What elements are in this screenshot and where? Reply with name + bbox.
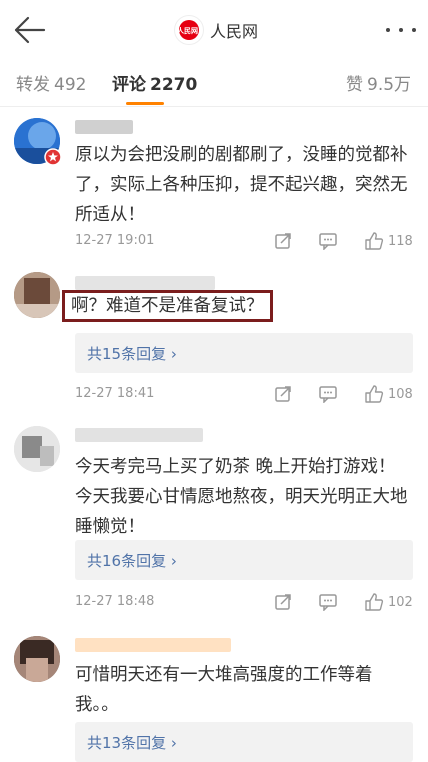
replies-count: 共16条回复 — [87, 552, 167, 570]
tab-likes-count: 9.5万 — [367, 75, 412, 95]
active-tab-indicator — [126, 102, 164, 105]
comment-item: 可惜明天还有一大堆高强度的工作等着我。。 共13条回复 › — [0, 624, 428, 762]
tab-reposts-label: 转发 — [16, 75, 50, 95]
blurred-avatar-image — [14, 636, 60, 682]
tab-reposts-count: 492 — [54, 75, 87, 95]
replies-count: 共15条回复 — [87, 345, 167, 363]
reply-button[interactable] — [318, 382, 338, 406]
like-button[interactable]: 102 — [364, 590, 413, 614]
username-blurred[interactable] — [75, 120, 133, 134]
replies-count-text: 共13条回复 › — [87, 734, 177, 752]
comment-text: 可惜明天还有一大堆高强度的工作等着我。。 — [75, 665, 373, 715]
share-button[interactable] — [274, 590, 292, 614]
comment-item: 原以为会把没刷的剧都刷了，没睡的觉都补了，实际上各种压抑，提不起兴趣，突然无所适… — [0, 106, 428, 264]
comment-time: 12-27 18:48 — [75, 594, 155, 609]
comment-text: 原以为会把没刷的剧都刷了，没睡的觉都补了，实际上各种压抑，提不起兴趣，突然无所适… — [75, 145, 408, 225]
comment-icon — [319, 594, 337, 611]
share-icon — [275, 386, 291, 402]
avatar[interactable] — [14, 426, 60, 472]
comment-icon — [319, 233, 337, 250]
share-icon — [275, 594, 291, 610]
tab-reposts[interactable]: 转发 492 — [16, 70, 86, 95]
replies-count: 共13条回复 — [87, 734, 167, 752]
username-blurred[interactable] — [75, 276, 215, 290]
thumbs-up-icon — [365, 593, 384, 611]
username-blurred[interactable] — [75, 428, 203, 442]
like-button[interactable]: 118 — [364, 229, 413, 253]
comment-time: 12-27 19:01 — [75, 233, 155, 248]
thumbs-up-icon — [365, 385, 384, 403]
comment-item: 今天考完马上买了奶茶 晚上开始打游戏！今天我要心甘情愿地熬夜，明天光明正大地睡懒… — [0, 414, 428, 624]
share-button[interactable] — [274, 382, 292, 406]
replies-link[interactable]: 共15条回复 › — [75, 333, 413, 373]
blurred-avatar-image — [14, 272, 60, 318]
username-blurred[interactable] — [75, 638, 231, 652]
tab-likes-label: 赞 — [346, 75, 363, 95]
like-count: 108 — [388, 386, 413, 402]
comment-time: 12-27 18:41 — [75, 386, 155, 401]
people-daily-logo: 人民网 — [174, 15, 204, 45]
thumbs-up-icon — [365, 232, 384, 250]
verified-badge-icon — [44, 148, 62, 166]
comment-text: 今天考完马上买了奶茶 晚上开始打游戏！今天我要心甘情愿地熬夜，明天光明正大地睡懒… — [75, 457, 408, 537]
tab-comments-label: 评论 — [112, 75, 146, 95]
share-icon — [275, 233, 291, 249]
replies-link[interactable]: 共13条回复 › — [75, 722, 413, 762]
account-name: 人民网 — [210, 22, 259, 41]
more-options-button[interactable] — [386, 20, 416, 40]
back-arrow-icon — [14, 16, 46, 44]
tab-bar: 转发 492 评论 2270 赞 9.5万 — [0, 60, 428, 107]
comment-item: 啊？难道不是准备复试？ 共15条回复 › 12-27 18:41 108 — [0, 264, 428, 414]
avatar[interactable] — [14, 636, 60, 682]
replies-count-text: 共15条回复 › — [87, 345, 177, 363]
comment-text: 啊？难道不是准备复试？ — [62, 290, 273, 322]
logo-text: 人民网 — [177, 27, 198, 35]
reply-button[interactable] — [318, 590, 338, 614]
more-dots-icon — [386, 28, 390, 32]
blurred-avatar-image — [14, 426, 60, 472]
avatar[interactable] — [14, 272, 60, 318]
replies-link[interactable]: 共16条回复 › — [75, 540, 413, 580]
like-count: 118 — [388, 233, 413, 249]
tab-likes[interactable]: 赞 9.5万 — [346, 70, 411, 95]
replies-count-text: 共16条回复 › — [87, 552, 177, 570]
top-bar: 人民网 人民网 — [0, 0, 428, 60]
share-button[interactable] — [274, 229, 292, 253]
tab-comments[interactable]: 评论 2270 — [112, 70, 197, 95]
comment-icon — [319, 386, 337, 403]
reply-button[interactable] — [318, 229, 338, 253]
like-count: 102 — [388, 594, 413, 610]
back-button[interactable] — [12, 14, 46, 46]
tab-comments-count: 2270 — [150, 75, 198, 95]
like-button[interactable]: 108 — [364, 382, 413, 406]
account-header[interactable]: 人民网 人民网 — [174, 15, 258, 45]
